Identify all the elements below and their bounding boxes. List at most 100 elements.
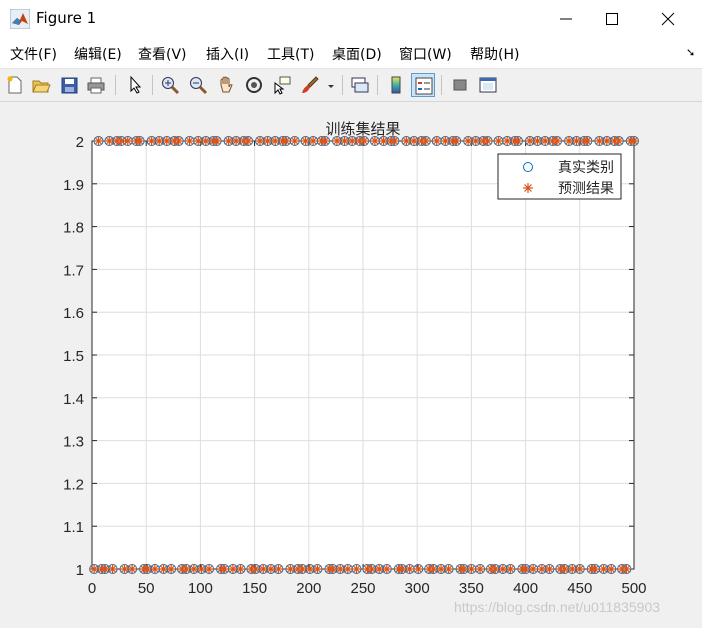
menu-help[interactable]: 帮助(H) <box>470 44 519 64</box>
legend-icon[interactable] <box>411 73 435 97</box>
y-tick-label: 1.5 <box>63 348 84 365</box>
predicted-point <box>513 136 524 146</box>
show-plot-tools-icon[interactable] <box>476 73 500 97</box>
menu-edit[interactable]: 编辑(E) <box>74 44 122 64</box>
brush-icon[interactable] <box>298 73 322 97</box>
predicted-point <box>505 564 516 574</box>
predicted-point <box>552 136 563 146</box>
new-figure-icon[interactable] <box>3 73 27 97</box>
chart-title: 训练集结果 <box>325 120 400 138</box>
x-tick-labels: 0 50 100 150 200 250 300 350 400 450 500 <box>88 580 647 597</box>
x-tick-label: 250 <box>350 580 375 597</box>
predicted-point <box>404 564 415 574</box>
figure-canvas: 0 50 100 150 200 250 300 350 400 450 500 1 1.1 1.2 1.… <box>0 102 702 628</box>
matlab-logo-icon[interactable] <box>10 9 30 29</box>
maximize-icon <box>606 13 618 25</box>
colorbar-icon[interactable] <box>384 73 408 97</box>
title-bar: Figure 1 <box>0 0 702 38</box>
window-title: Figure 1 <box>36 9 97 27</box>
brush-dropdown-icon[interactable] <box>324 73 338 97</box>
x-tick-label: 350 <box>459 580 484 597</box>
menu-desktop[interactable]: 桌面(D) <box>332 44 382 64</box>
link-plot-icon[interactable] <box>348 73 372 97</box>
toolbar-separator <box>342 75 343 95</box>
hide-plot-tools-icon[interactable] <box>448 73 472 97</box>
predicted-point <box>308 136 319 146</box>
data-cursor-icon[interactable] <box>270 73 294 97</box>
zoom-in-icon[interactable] <box>158 73 182 97</box>
predicted-point <box>574 564 585 574</box>
open-file-icon[interactable] <box>29 73 53 97</box>
predicted-point <box>431 136 442 146</box>
predicted-point <box>122 136 133 146</box>
menu-insert[interactable]: 插入(I) <box>206 44 249 64</box>
x-tick-label: 200 <box>296 580 321 597</box>
toolbar-separator <box>441 75 442 95</box>
y-tick-labels: 1 1.1 1.2 1.3 1.4 1.5 1.6 1.7 1.8 1.9 2 <box>63 134 84 579</box>
predicted-point <box>351 564 362 574</box>
close-button[interactable] <box>645 0 691 38</box>
x-tick-label: 450 <box>567 580 592 597</box>
toolbar-separator <box>115 75 116 95</box>
predicted-point <box>281 136 292 146</box>
toolbar <box>0 69 702 102</box>
predicted-point <box>443 564 454 574</box>
y-tick-label: 1 <box>76 562 84 579</box>
predicted-point <box>219 564 230 574</box>
toolbar-separator <box>377 75 378 95</box>
predicted-point <box>243 136 254 146</box>
menu-dock-arrow-icon[interactable]: ➘ <box>686 46 695 59</box>
predicted-point <box>342 564 353 574</box>
predicted-point <box>493 136 504 146</box>
predicted-point <box>134 136 145 146</box>
predicted-point <box>166 564 177 574</box>
x-tick-label: 150 <box>242 580 267 597</box>
legend-label-true-class: 真实类别 <box>558 160 614 176</box>
x-tick-label: 100 <box>188 580 213 597</box>
x-tick-label: 300 <box>405 580 430 597</box>
pointer-icon[interactable] <box>123 73 147 97</box>
predicted-point <box>420 136 431 146</box>
predicted-point <box>544 564 555 574</box>
y-tick-label: 1.9 <box>63 177 84 194</box>
predicted-point <box>173 136 184 146</box>
y-tick-label: 1.2 <box>63 476 84 493</box>
maximize-button[interactable] <box>589 0 635 38</box>
predicted-point <box>629 136 639 146</box>
y-tick-label: 1.6 <box>63 305 84 322</box>
x-tick-label: 50 <box>138 580 155 597</box>
pan-icon[interactable] <box>214 73 238 97</box>
minimize-button[interactable] <box>543 0 589 38</box>
minimize-icon <box>560 18 572 20</box>
predicted-point <box>528 564 539 574</box>
predicted-point <box>184 136 195 146</box>
zoom-out-icon[interactable] <box>186 73 210 97</box>
predicted-point <box>466 564 477 574</box>
predicted-point <box>606 564 617 574</box>
menu-view[interactable]: 查看(V) <box>138 44 187 64</box>
predicted-point <box>127 564 138 574</box>
predicted-point <box>273 564 284 574</box>
predicted-point <box>475 564 486 574</box>
legend-label-predicted: 预测结果 <box>558 181 614 197</box>
y-tick-label: 2 <box>76 134 84 151</box>
menu-tools[interactable]: 工具(T) <box>267 44 314 64</box>
predicted-point <box>107 564 118 574</box>
menu-file[interactable]: 文件(F) <box>10 44 57 64</box>
x-tick-label: 0 <box>88 580 96 597</box>
close-icon <box>661 12 675 26</box>
rotate-3d-icon[interactable] <box>242 73 266 97</box>
predicted-point <box>289 136 300 146</box>
legend-marker-predicted <box>523 183 533 193</box>
predicted-point <box>312 564 323 574</box>
legend[interactable]: 真实类别 预测结果 <box>497 153 622 200</box>
toolbar-separator <box>152 75 153 95</box>
training-set-scatter-chart[interactable]: 0 50 100 150 200 250 300 350 400 450 500 1 1.1 1.2 1.… <box>0 102 702 628</box>
print-icon[interactable] <box>84 73 108 97</box>
save-icon[interactable] <box>57 73 81 97</box>
y-tick-label: 1.8 <box>63 220 84 237</box>
menu-window[interactable]: 窗口(W) <box>399 44 452 64</box>
predicted-point <box>589 564 600 574</box>
predicted-point <box>211 136 222 146</box>
watermark-text: https://blog.csdn.net/u011835903 <box>454 599 661 615</box>
